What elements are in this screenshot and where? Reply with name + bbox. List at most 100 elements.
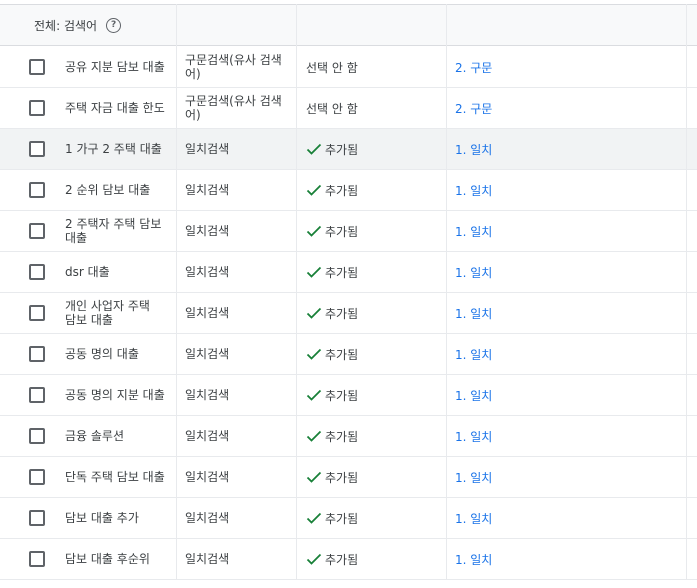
table-row[interactable]: 공동 명의 지분 대출 일치검색 추가됨 1. 일치 [0,375,697,416]
status-cell: 추가됨 [306,375,444,415]
row-checkbox[interactable] [29,182,45,198]
check-icon [306,143,322,155]
status-text: 추가됨 [325,142,359,157]
status-cell: 추가됨 [306,498,444,538]
ad-group-link[interactable]: 1. 일치 [455,264,492,281]
check-icon [306,184,322,196]
ad-group-cell: 1. 일치 [455,539,685,579]
table-row[interactable]: 2 주택자 주택 담보 대출 일치검색 추가됨 1. 일치 [0,211,697,252]
ad-group-cell: 1. 일치 [455,416,685,456]
table-row[interactable]: dsr 대출 일치검색 추가됨 1. 일치 [0,252,697,293]
ad-group-cell: 1. 일치 [455,129,685,169]
ad-group-link[interactable]: 1. 일치 [455,510,492,527]
keyword-text: 공동 명의 지분 대출 [65,388,165,402]
status-text: 선택 안 함 [306,60,358,75]
table-row[interactable]: 1 가구 2 주택 대출 일치검색 추가됨 1. 일치 [0,129,697,170]
row-checkbox[interactable] [29,346,45,362]
table-row[interactable]: 공동 명의 대출 일치검색 추가됨 1. 일치 [0,334,697,375]
ad-group-link[interactable]: 1. 일치 [455,551,492,568]
table-row[interactable]: 단독 주택 담보 대출 일치검색 추가됨 1. 일치 [0,457,697,498]
keyword-text: 단독 주택 담보 대출 [65,470,165,484]
ad-group-link[interactable]: 1. 일치 [455,305,492,322]
check-icon [306,553,322,565]
check-icon [306,389,322,401]
keyword-text: 담보 대출 후순위 [65,552,150,566]
ad-group-link[interactable]: 2. 구문 [455,100,492,117]
match-type-text: 일치검색 [185,511,230,525]
status-text: 추가됨 [325,388,359,403]
ad-group-cell: 2. 구문 [455,88,685,128]
ad-group-cell: 1. 일치 [455,170,685,210]
row-checkbox[interactable] [29,305,45,321]
match-type-text: 일치검색 [185,224,230,238]
match-type-text: 구문검색(유사 검색어) [185,94,282,122]
match-type-text: 일치검색 [185,429,230,443]
column-divider [296,4,297,580]
ad-group-link[interactable]: 1. 일치 [455,428,492,445]
column-divider [686,4,687,580]
ad-group-link[interactable]: 1. 일치 [455,387,492,404]
table-row[interactable]: 주택 자금 대출 한도 구문검색(유사 검색어) 선택 안 함 2. 구문 [0,88,697,129]
row-checkbox[interactable] [29,510,45,526]
match-type-text: 일치검색 [185,265,230,279]
help-icon[interactable]: ? [106,17,122,33]
status-cell: 추가됨 [306,252,444,292]
table-row[interactable]: 담보 대출 추가 일치검색 추가됨 1. 일치 [0,498,697,539]
keyword-text: 금융 솔루션 [65,429,125,443]
keyword-column-header[interactable]: 전체: 검색어 ? [34,5,122,45]
row-checkbox[interactable] [29,223,45,239]
status-cell: 추가됨 [306,416,444,456]
keyword-text: dsr 대출 [65,265,110,279]
status-text: 추가됨 [325,511,359,526]
row-checkbox[interactable] [29,469,45,485]
table-row[interactable]: 2 순위 담보 대출 일치검색 추가됨 1. 일치 [0,170,697,211]
ad-group-link[interactable]: 1. 일치 [455,223,492,240]
status-cell: 추가됨 [306,293,444,333]
row-checkbox[interactable] [29,59,45,75]
status-text: 추가됨 [325,183,359,198]
column-divider [176,4,177,580]
status-cell: 추가됨 [306,211,444,251]
status-text: 추가됨 [325,224,359,239]
status-text: 선택 안 함 [306,101,358,116]
ad-group-link[interactable]: 1. 일치 [455,141,492,158]
check-icon [306,266,322,278]
ad-group-cell: 1. 일치 [455,252,685,292]
keyword-text: 공유 지분 담보 대출 [65,60,165,74]
check-icon [306,307,322,319]
keyword-text: 주택 자금 대출 한도 [65,101,165,115]
status-cell: 추가됨 [306,539,444,579]
check-icon [306,512,322,524]
status-cell: 추가됨 [306,457,444,497]
match-type-text: 일치검색 [185,306,230,320]
row-checkbox[interactable] [29,141,45,157]
status-text: 추가됨 [325,552,359,567]
row-checkbox[interactable] [29,264,45,280]
table-row[interactable]: 담보 대출 후순위 일치검색 추가됨 1. 일치 [0,539,697,580]
ad-group-link[interactable]: 1. 일치 [455,346,492,363]
status-text: 추가됨 [325,347,359,362]
keyword-text: 1 가구 2 주택 대출 [65,142,162,156]
match-type-text: 구문검색(유사 검색어) [185,53,282,81]
row-checkbox[interactable] [29,551,45,567]
row-checkbox[interactable] [29,387,45,403]
ad-group-cell: 1. 일치 [455,457,685,497]
ad-group-link[interactable]: 2. 구문 [455,59,492,76]
keyword-text: 개인 사업자 주택 담보 대출 [65,299,150,327]
table-row[interactable]: 공유 지분 담보 대출 구문검색(유사 검색어) 선택 안 함 2. 구문 [0,47,697,88]
match-type-text: 일치검색 [185,183,230,197]
row-checkbox[interactable] [29,428,45,444]
check-icon [306,430,322,442]
ad-group-cell: 2. 구문 [455,47,685,87]
row-checkbox[interactable] [29,100,45,116]
ad-group-cell: 1. 일치 [455,375,685,415]
check-icon [306,348,322,360]
keyword-text: 2 주택자 주택 담보 대출 [65,217,162,245]
status-text: 추가됨 [325,265,359,280]
ad-group-cell: 1. 일치 [455,498,685,538]
ad-group-link[interactable]: 1. 일치 [455,469,492,486]
table-row[interactable]: 개인 사업자 주택 담보 대출 일치검색 추가됨 1. 일치 [0,293,697,334]
status-cell: 선택 안 함 [306,88,444,128]
ad-group-link[interactable]: 1. 일치 [455,182,492,199]
table-row[interactable]: 금융 솔루션 일치검색 추가됨 1. 일치 [0,416,697,457]
